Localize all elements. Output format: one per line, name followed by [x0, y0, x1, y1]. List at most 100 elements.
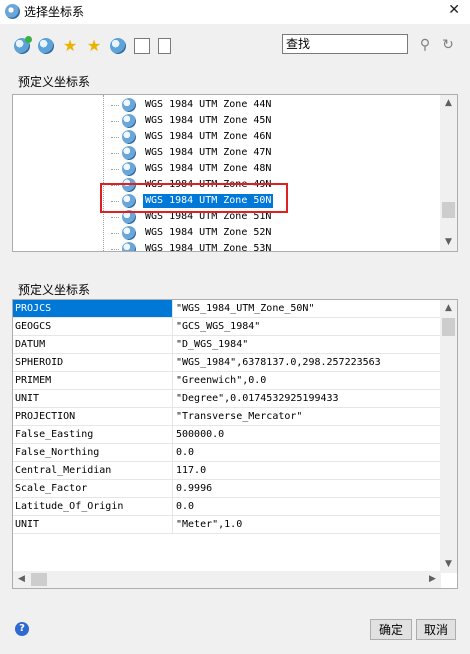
property-row[interactable]: UNIT "Degree",0.0174532925199433: [13, 390, 441, 408]
selection-highlight-box: [100, 183, 288, 213]
coord-system-info-icon[interactable]: [110, 38, 126, 54]
coord-system-globe-icon: [122, 98, 136, 112]
search-input[interactable]: 查找: [282, 34, 408, 54]
cancel-button[interactable]: 取消: [416, 619, 456, 640]
property-name: False_Easting: [13, 426, 173, 444]
property-value: 0.0: [173, 498, 441, 516]
tree-connector: [111, 168, 119, 170]
property-name: PROJCS: [13, 300, 173, 318]
property-value: 0.0: [173, 444, 441, 462]
scroll-up-arrow-icon[interactable]: ▲: [440, 300, 457, 317]
tree-connector-line: [103, 95, 104, 251]
tree-connector: [111, 248, 119, 250]
property-row[interactable]: PROJECTION "Transverse_Mercator": [13, 408, 441, 426]
coord-system-globe-icon: [122, 162, 136, 176]
property-value: "GCS_WGS_1984": [173, 318, 441, 336]
scroll-up-arrow-icon[interactable]: ▲: [440, 95, 457, 112]
help-icon[interactable]: ?: [15, 622, 29, 636]
tree-item-label: WGS 1984 UTM Zone 47N: [145, 147, 272, 158]
binoculars-icon[interactable]: ⚲: [417, 37, 433, 53]
tree-item[interactable]: WGS 1984 UTM Zone 53N: [111, 241, 273, 252]
tree-vertical-scrollbar[interactable]: ▲ ▼: [440, 95, 457, 251]
property-row[interactable]: GEOGCS "GCS_WGS_1984": [13, 318, 441, 336]
property-value: "Degree",0.0174532925199433: [173, 390, 441, 408]
tree-item-label: WGS 1984 UTM Zone 53N: [145, 243, 272, 252]
add-favorite-icon[interactable]: ★: [62, 38, 78, 54]
scroll-thumb[interactable]: [442, 318, 455, 336]
property-name: Central_Meridian: [13, 462, 173, 480]
scroll-right-arrow-icon[interactable]: ▶: [424, 571, 441, 588]
tree-item-label: WGS 1984 UTM Zone 44N: [145, 99, 272, 110]
tree-item-label: WGS 1984 UTM Zone 46N: [145, 131, 272, 142]
refresh-icon[interactable]: ↻: [440, 37, 456, 53]
tree-item[interactable]: WGS 1984 UTM Zone 46N: [111, 129, 273, 145]
coord-system-globe-icon: [122, 226, 136, 240]
property-row[interactable]: False_Easting 500000.0: [13, 426, 441, 444]
scroll-down-arrow-icon[interactable]: ▼: [440, 556, 457, 573]
ok-button[interactable]: 确定: [370, 619, 412, 640]
property-value: 0.9996: [173, 480, 441, 498]
properties-grid[interactable]: PROJCS "WGS_1984_UTM_Zone_50N" GEOGCS "GCS_…: [12, 299, 458, 589]
property-row[interactable]: Scale_Factor 0.9996: [13, 480, 441, 498]
tree-connector: [111, 136, 119, 138]
property-value: "WGS_1984",6378137.0,298.257223563: [173, 354, 441, 372]
property-name: GEOGCS: [13, 318, 173, 336]
globe-app-icon: [5, 4, 20, 19]
coord-system-globe-icon: [122, 114, 136, 128]
tree-connector: [111, 216, 119, 218]
property-row[interactable]: SPHEROID "WGS_1984",6378137.0,298.2572235…: [13, 354, 441, 372]
property-name: DATUM: [13, 336, 173, 354]
property-name: PRIMEM: [13, 372, 173, 390]
property-value: "WGS_1984_UTM_Zone_50N": [173, 300, 441, 318]
property-row[interactable]: UNIT "Meter",1.0: [13, 516, 441, 534]
property-value: "D_WGS_1984": [173, 336, 441, 354]
property-name: SPHEROID: [13, 354, 173, 372]
coord-system-globe-icon: [122, 146, 136, 160]
property-name: PROJECTION: [13, 408, 173, 426]
tree-item[interactable]: WGS 1984 UTM Zone 48N: [111, 161, 273, 177]
coord-system-globe-icon: [122, 242, 136, 251]
close-icon[interactable]: ✕: [448, 2, 460, 18]
tree-item[interactable]: WGS 1984 UTM Zone 52N: [111, 225, 273, 241]
property-name: Scale_Factor: [13, 480, 173, 498]
coord-system-tree[interactable]: WGS 1984 UTM Zone 44N WGS 1984 UTM Zone 4…: [12, 94, 458, 252]
property-name: UNIT: [13, 516, 173, 534]
tree-connector: [111, 152, 119, 154]
tree-item[interactable]: WGS 1984 UTM Zone 44N: [111, 97, 273, 113]
props-horizontal-scrollbar[interactable]: ◀ ▶: [13, 571, 441, 588]
property-row[interactable]: DATUM "D_WGS_1984": [13, 336, 441, 354]
property-value: "Meter",1.0: [173, 516, 441, 534]
props-vertical-scrollbar[interactable]: ▲ ▼: [440, 300, 457, 573]
tree-item-label: WGS 1984 UTM Zone 45N: [145, 115, 272, 126]
tree-item[interactable]: WGS 1984 UTM Zone 47N: [111, 145, 273, 161]
property-row[interactable]: PROJCS "WGS_1984_UTM_Zone_50N": [13, 300, 441, 318]
property-name: UNIT: [13, 390, 173, 408]
property-name: Latitude_Of_Origin: [13, 498, 173, 516]
property-row[interactable]: Central_Meridian 117.0: [13, 462, 441, 480]
coord-system-globe-icon: [122, 130, 136, 144]
tree-item[interactable]: WGS 1984 UTM Zone 45N: [111, 113, 273, 129]
copy-icon[interactable]: [158, 38, 171, 54]
add-coord-system-icon[interactable]: [14, 36, 32, 54]
scroll-thumb[interactable]: [31, 573, 47, 586]
window-title: 选择坐标系: [24, 5, 85, 19]
property-value: "Transverse_Mercator": [173, 408, 441, 426]
scroll-left-arrow-icon[interactable]: ◀: [13, 571, 30, 588]
import-icon[interactable]: [134, 38, 150, 54]
favorite-icon[interactable]: ★: [86, 38, 102, 54]
property-value: 117.0: [173, 462, 441, 480]
scroll-down-arrow-icon[interactable]: ▼: [440, 234, 457, 251]
property-value: 500000.0: [173, 426, 441, 444]
property-value: "Greenwich",0.0: [173, 372, 441, 390]
tree-connector: [111, 104, 119, 106]
edit-coord-system-icon[interactable]: [38, 38, 54, 54]
tree-connector: [111, 232, 119, 234]
tree-connector: [111, 120, 119, 122]
property-row[interactable]: Latitude_Of_Origin 0.0: [13, 498, 441, 516]
property-row[interactable]: PRIMEM "Greenwich",0.0: [13, 372, 441, 390]
property-row[interactable]: False_Northing 0.0: [13, 444, 441, 462]
tree-item-label: WGS 1984 UTM Zone 48N: [145, 163, 272, 174]
property-name: False_Northing: [13, 444, 173, 462]
scroll-thumb[interactable]: [442, 202, 455, 218]
tree-item-label: WGS 1984 UTM Zone 52N: [145, 227, 272, 238]
